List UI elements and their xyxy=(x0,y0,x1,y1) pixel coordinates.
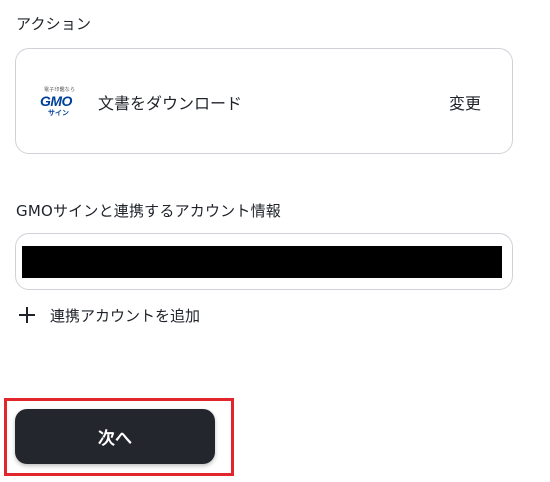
logo-sub: サイン xyxy=(48,109,69,117)
action-section-label: アクション xyxy=(16,15,92,33)
account-section-label: GMOサインと連携するアカウント情報 xyxy=(16,202,281,220)
change-action-link[interactable]: 変更 xyxy=(449,90,481,114)
action-title: 文書をダウンロード xyxy=(98,94,243,113)
gmo-sign-logo: 電子印鑑なら GMO サイン xyxy=(40,86,84,118)
account-select[interactable] xyxy=(15,233,513,290)
logo-brand: GMO xyxy=(40,93,72,109)
action-card[interactable]: 電子印鑑なら GMO サイン 文書をダウンロード 変更 xyxy=(15,48,513,154)
plus-icon xyxy=(19,307,35,323)
add-account-label: 連携アカウントを追加 xyxy=(50,306,201,325)
add-account-button[interactable]: 連携アカウントを追加 xyxy=(19,303,200,327)
logo-tagline: 電子印鑑なら xyxy=(44,87,76,93)
next-button[interactable]: 次へ xyxy=(15,409,215,464)
account-value-redacted xyxy=(22,246,502,278)
